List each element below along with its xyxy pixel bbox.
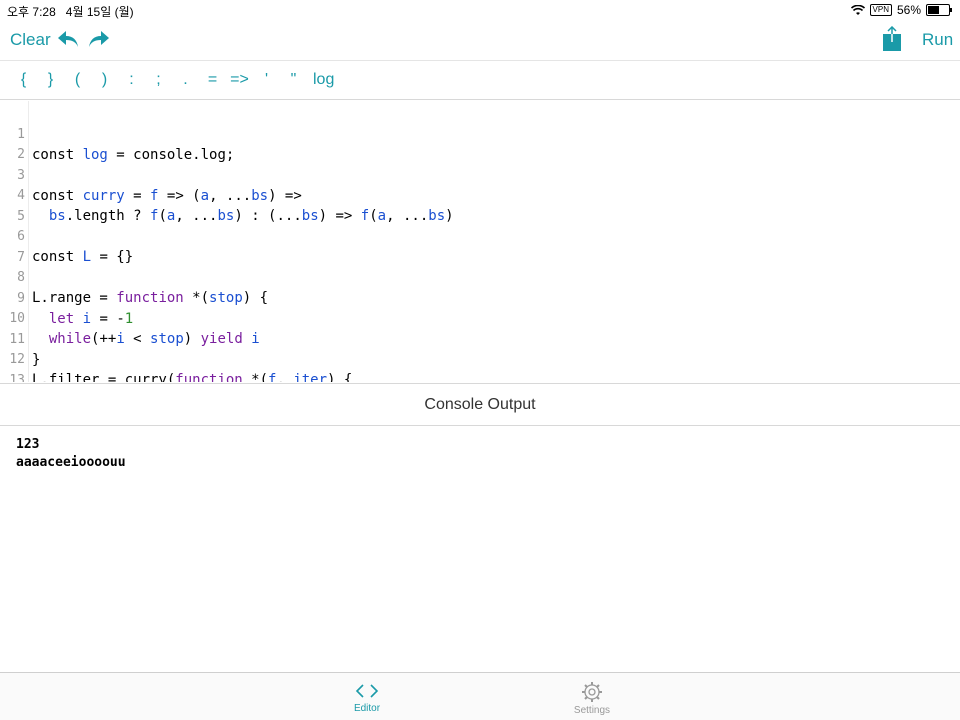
tab-bar: Editor Settings: [0, 672, 960, 720]
code-brackets-icon: [355, 684, 379, 698]
battery-fill: [928, 6, 939, 14]
symbol-log[interactable]: log: [313, 71, 334, 89]
tab-settings-label: Settings: [573, 705, 611, 716]
code-line: 7: [0, 228, 34, 265]
code-line: 9 let i = -1: [0, 269, 133, 327]
status-bar: 오후 7:28 4월 15일 (월) VPN 56%: [0, 0, 960, 20]
run-button[interactable]: Run: [922, 30, 953, 50]
battery-icon: [926, 4, 952, 16]
code-line: 12 L.filter = curry(function *(f, iter) …: [0, 330, 352, 382]
console-output-header: Console Output: [0, 383, 960, 426]
code-line: 4 bs.length ? f(a, ...bs) : (...bs) => f…: [0, 166, 453, 224]
clear-button[interactable]: Clear: [10, 30, 51, 50]
symbol-open-brace[interactable]: {: [10, 71, 37, 89]
status-time: 오후 7:28 4월 15일 (월): [7, 5, 134, 19]
symbol-equals[interactable]: =: [199, 71, 226, 89]
wifi-icon: [850, 4, 865, 15]
code-text[interactable]: L.filter = curry(function *(f, iter) {: [32, 370, 352, 382]
tab-settings[interactable]: Settings: [552, 677, 632, 716]
symbol-close-brace[interactable]: }: [37, 71, 64, 89]
code-editor[interactable]: 1 const log = console.log; 2 3 const cur…: [0, 101, 960, 382]
console-line: 123: [16, 437, 40, 452]
share-icon[interactable]: [882, 25, 902, 57]
code-text[interactable]: L.range = function *(stop) {: [32, 288, 268, 308]
code-line: 2: [0, 125, 34, 162]
code-line: 3 const curry = f => (a, ...bs) =>: [0, 146, 302, 204]
undo-icon[interactable]: [56, 28, 80, 55]
code-line: 5: [0, 187, 34, 224]
code-line: 6 const L = {}: [0, 207, 133, 265]
toolbar: Clear Run: [0, 20, 960, 61]
code-text[interactable]: const L = {}: [32, 247, 133, 267]
symbol-arrow[interactable]: =>: [226, 71, 253, 89]
symbol-colon[interactable]: :: [118, 71, 145, 89]
code-text[interactable]: bs.length ? f(a, ...bs) : (...bs) => f(a…: [32, 206, 454, 226]
code-text[interactable]: const log = console.log;: [32, 145, 234, 165]
symbol-dot[interactable]: .: [172, 71, 199, 89]
code-line: 13 for (const a of iter) if (f(a)) yield…: [0, 351, 34, 382]
code-text[interactable]: let i = -1: [32, 309, 133, 329]
code-line: 11 }: [0, 310, 40, 368]
code-line: 8 L.range = function *(stop) {: [0, 248, 268, 306]
symbol-close-paren[interactable]: ): [91, 71, 118, 89]
gear-icon: [582, 682, 602, 702]
code-text[interactable]: while(++i < stop) yield i: [32, 329, 260, 349]
symbol-bar: { } ( ) : ; . = => ' " log: [0, 61, 960, 100]
code-line: 1 const log = console.log;: [0, 105, 234, 163]
tab-editor-label: Editor: [353, 703, 381, 714]
code-line: 10 while(++i < stop) yield i: [0, 289, 259, 347]
redo-icon[interactable]: [87, 28, 111, 55]
battery-percent: 56%: [896, 3, 921, 17]
symbol-semicolon[interactable]: ;: [145, 71, 172, 89]
symbol-double-quote[interactable]: ": [280, 71, 307, 89]
code-line: 14 }): [0, 371, 34, 382]
symbol-open-paren[interactable]: (: [64, 71, 91, 89]
tab-editor[interactable]: Editor: [327, 677, 407, 714]
symbol-single-quote[interactable]: ': [253, 71, 280, 89]
status-right: VPN 56%: [850, 3, 952, 17]
vpn-badge: VPN: [869, 4, 892, 16]
code-text[interactable]: const curry = f => (a, ...bs) =>: [32, 186, 302, 206]
console-line: aaaaceeioooouu: [16, 455, 126, 470]
console-output: 123 aaaaceeioooouu: [16, 436, 126, 472]
